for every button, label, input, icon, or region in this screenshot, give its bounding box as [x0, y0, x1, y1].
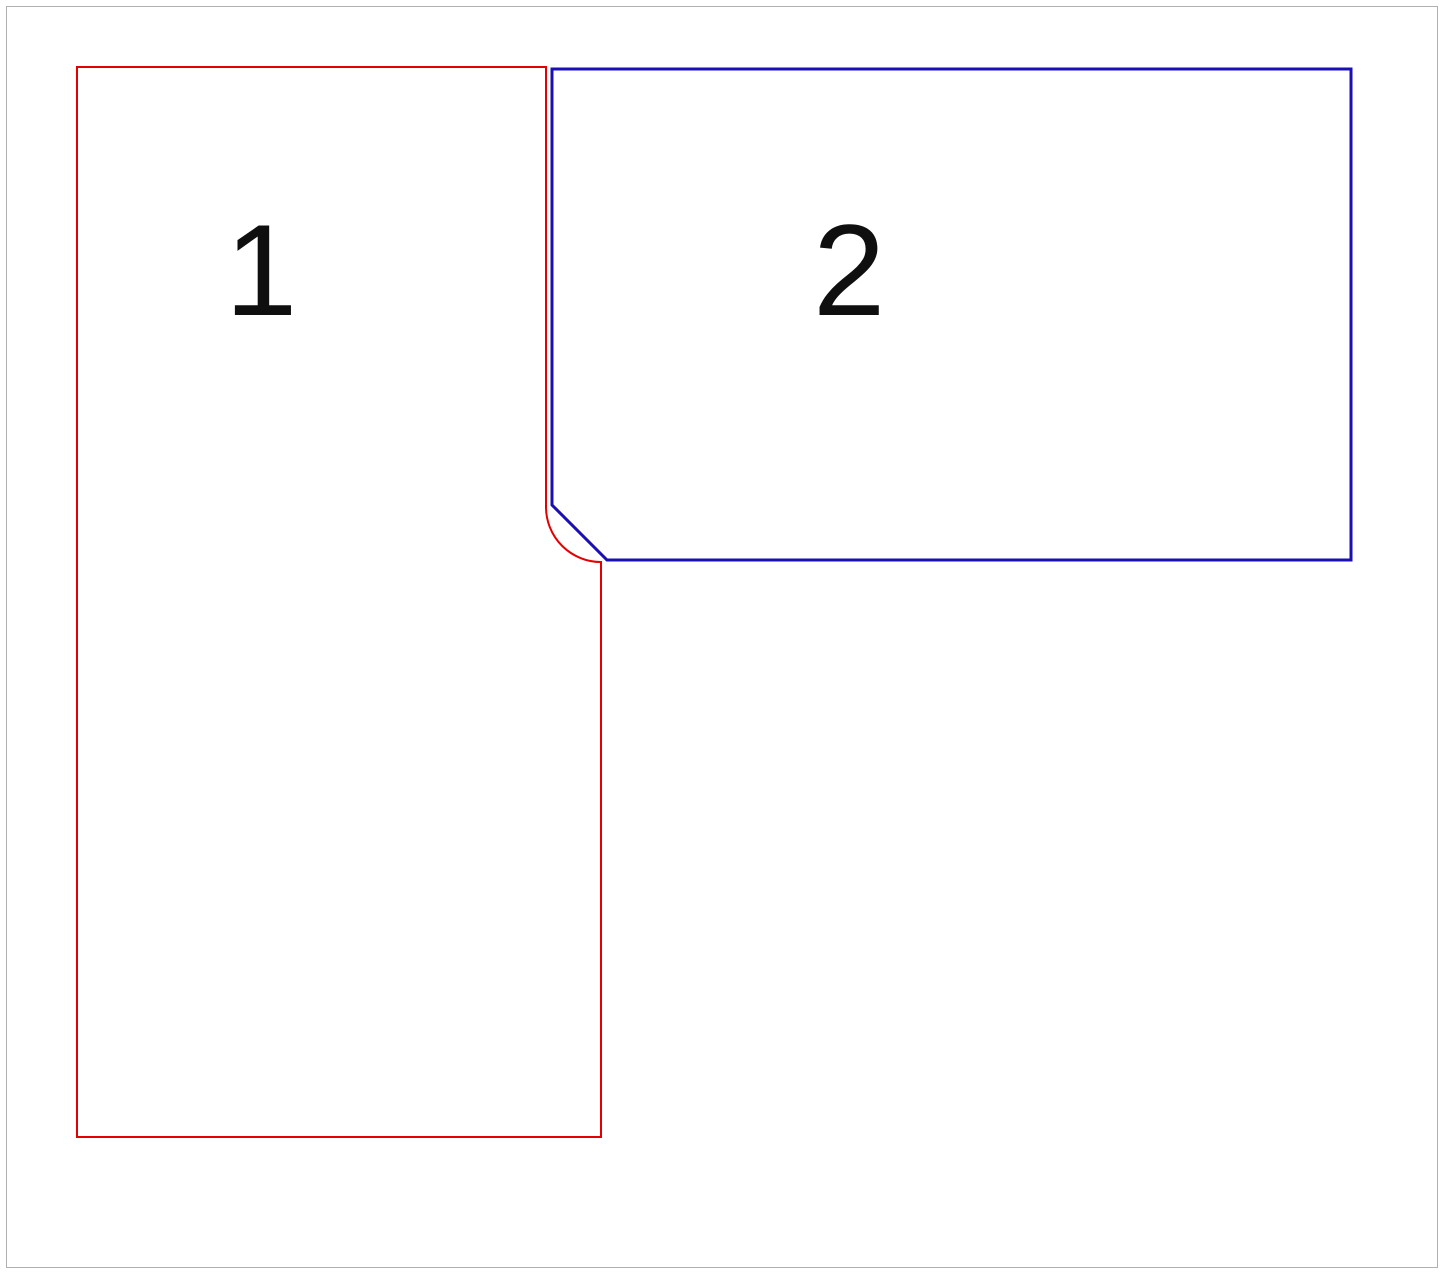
canvas-frame: 1 2 [6, 6, 1438, 1268]
shape-2-outline [552, 69, 1351, 560]
shape-2-label: 2 [813, 205, 885, 335]
shape-1-outline [77, 67, 601, 1137]
diagram-svg [7, 7, 1439, 1269]
shape-1-label: 1 [225, 205, 297, 335]
